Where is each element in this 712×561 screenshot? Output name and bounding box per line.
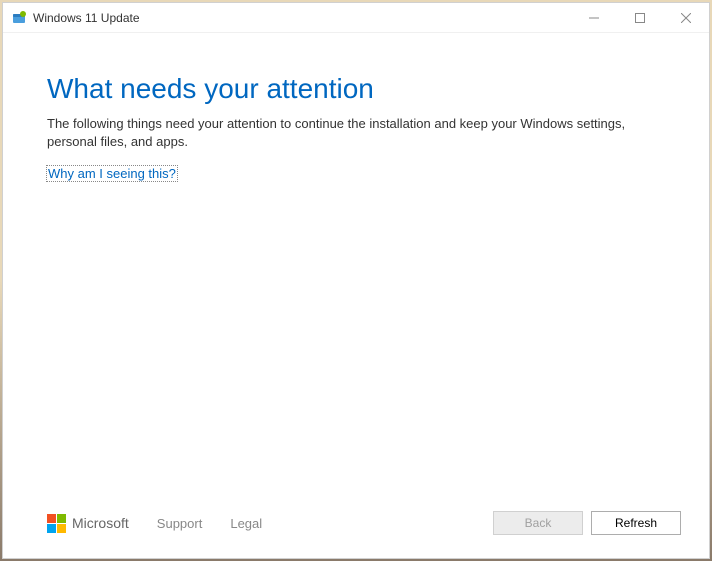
maximize-button[interactable] [617, 3, 663, 32]
refresh-button[interactable]: Refresh [591, 511, 681, 535]
microsoft-logo-icon [47, 514, 66, 533]
microsoft-logo: Microsoft [47, 514, 129, 533]
content-area: What needs your attention The following … [3, 33, 709, 498]
app-icon [11, 10, 27, 26]
page-heading: What needs your attention [47, 73, 665, 105]
description-text: The following things need your attention… [47, 115, 665, 151]
support-link[interactable]: Support [157, 516, 203, 531]
why-seeing-this-link[interactable]: Why am I seeing this? [47, 166, 177, 181]
legal-link[interactable]: Legal [230, 516, 262, 531]
window-title: Windows 11 Update [33, 11, 571, 25]
microsoft-logo-text: Microsoft [72, 515, 129, 531]
back-button: Back [493, 511, 583, 535]
window-frame: Windows 11 Update What needs your attent… [2, 2, 710, 559]
minimize-button[interactable] [571, 3, 617, 32]
footer: Microsoft Support Legal Back Refresh [3, 498, 709, 558]
close-button[interactable] [663, 3, 709, 32]
window-controls [571, 3, 709, 32]
titlebar: Windows 11 Update [3, 3, 709, 33]
